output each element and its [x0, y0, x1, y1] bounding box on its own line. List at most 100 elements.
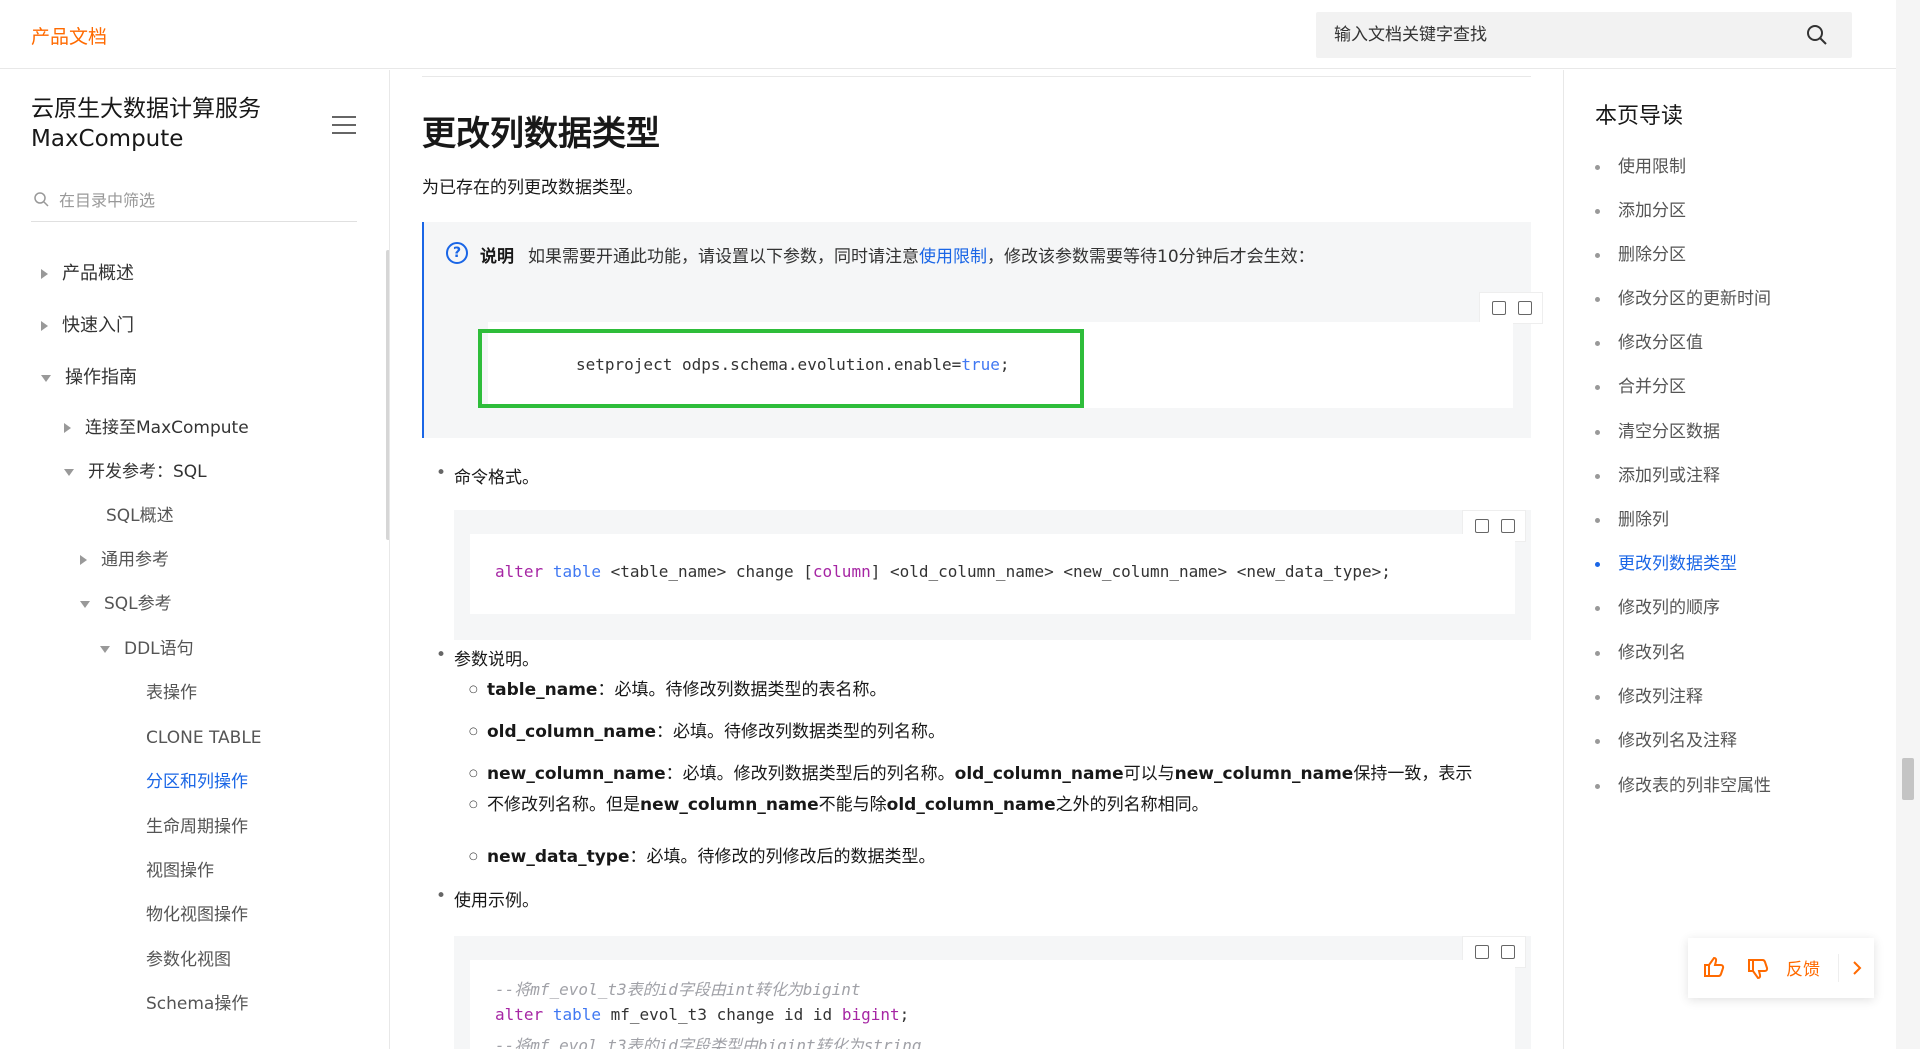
sidebar-item-label: Schema操作 [146, 994, 249, 1014]
sidebar-item[interactable]: CLONE TABLE [146, 726, 262, 750]
sidebar-item[interactable]: 通用参考 [80, 548, 169, 572]
search-icon[interactable] [1806, 24, 1828, 46]
sidebar-item-active[interactable]: 分区和列操作 [146, 770, 248, 794]
filter-search-icon [34, 192, 49, 207]
copy-to-editor-icon[interactable] [1492, 301, 1506, 315]
code-comment: --将mf_evol_t3表的id字段类型由bigint转化为string [495, 1036, 922, 1049]
page-toc: 本页导读 使用限制 添加分区 删除分区 修改分区的更新时间 修改分区值 合并分区… [1563, 70, 1896, 1049]
sidebar-item-label: 操作指南 [65, 367, 137, 388]
toc-item[interactable]: 合并分区 [1595, 372, 1686, 397]
toc-item[interactable]: 使用限制 [1595, 152, 1686, 177]
doc-search[interactable] [1316, 12, 1852, 58]
toc-filter[interactable] [31, 182, 357, 222]
page-title: 更改列数据类型 [422, 114, 660, 154]
sidebar-item[interactable]: 开发参考：SQL [64, 460, 207, 484]
sidebar-item[interactable]: 生命周期操作 [146, 815, 248, 839]
param-ref: old_column_name [954, 764, 1124, 784]
bullet-icon [1595, 650, 1600, 656]
bullet-icon [1595, 340, 1600, 346]
toc-item[interactable]: 修改列名及注释 [1595, 726, 1737, 751]
sidebar-item[interactable]: DDL语句 [100, 637, 194, 661]
bullet-icon [1595, 384, 1600, 390]
toc-item-active[interactable]: 更改列数据类型 [1595, 549, 1737, 574]
syntax-panel: alter table <table_name> change [column]… [454, 510, 1531, 640]
note-box: ? 说明 如果需要开通此功能，请设置以下参数，同时请注意使用限制，修改该参数需要等… [422, 222, 1543, 438]
toc-item[interactable]: 修改列名 [1595, 638, 1686, 663]
code-block: alter table <table_name> change [column]… [470, 534, 1515, 614]
sidebar-item[interactable]: 连接至MaxCompute [64, 416, 249, 440]
thumbs-down-icon[interactable] [1746, 957, 1770, 981]
sidebar-item[interactable]: SQL概述 [106, 504, 174, 528]
sidebar-item-label: SQL概述 [106, 506, 174, 526]
toc-item[interactable]: 修改分区值 [1595, 328, 1703, 353]
bullet-icon [1595, 783, 1600, 789]
sidebar-item[interactable]: 物化视图操作 [146, 903, 248, 927]
note-text-after: ，修改该参数需要等待10分钟后才会生效： [987, 247, 1315, 267]
bullet-icon [1595, 296, 1600, 302]
filter-input[interactable] [59, 182, 349, 218]
toc-item[interactable]: 修改分区的更新时间 [1595, 284, 1771, 309]
sidebar-item[interactable]: 操作指南 [41, 366, 137, 390]
bullet-icon [1595, 429, 1600, 435]
usage-limits-link[interactable]: 使用限制 [919, 247, 987, 267]
sidebar-item-label: 视图操作 [146, 861, 214, 881]
bullet-icon [1595, 738, 1600, 744]
bullet-icon [1595, 252, 1600, 258]
sidebar-item[interactable]: 表操作 [146, 681, 197, 705]
copy-icon[interactable] [1518, 301, 1532, 315]
chevron-right-icon [64, 423, 71, 433]
toc-item-label: 修改列的顺序 [1618, 598, 1720, 618]
toc-item-label: 删除分区 [1618, 245, 1686, 265]
param-ref: old_column_name [886, 795, 1056, 815]
toc-item-label: 使用限制 [1618, 157, 1686, 177]
scrollbar-thumb[interactable] [1902, 758, 1914, 800]
product-title-line1: 云原生大数据计算服务 [31, 96, 261, 122]
chevron-down-icon [41, 374, 51, 382]
toc-item[interactable]: 修改列的顺序 [1595, 593, 1720, 618]
copy-icon[interactable] [1501, 945, 1515, 959]
copy-icon[interactable] [1501, 519, 1515, 533]
feedback-button[interactable]: 反馈 [1786, 955, 1820, 980]
sidebar-scrollbar[interactable] [386, 250, 389, 540]
chevron-right-icon[interactable] [1848, 958, 1866, 978]
toc-item[interactable]: 修改表的列非空属性 [1595, 771, 1771, 796]
copy-to-editor-icon[interactable] [1475, 945, 1489, 959]
sidebar-item[interactable]: 产品概述 [41, 262, 134, 286]
help-icon: ? [446, 242, 468, 264]
toc-item[interactable]: 修改列注释 [1595, 682, 1703, 707]
toc-item-label: 修改列注释 [1618, 687, 1703, 707]
param-name: table_name [487, 680, 598, 700]
bullet-icon [1595, 208, 1600, 214]
page-scrollbar[interactable] [1896, 0, 1920, 1049]
sidebar-item[interactable]: 视图操作 [146, 859, 214, 883]
param-name: new_data_type [487, 847, 630, 867]
toc-item[interactable]: 删除分区 [1595, 240, 1686, 265]
toc-item[interactable]: 清空分区数据 [1595, 417, 1720, 442]
param-ref: new_column_name [640, 795, 819, 815]
thumbs-up-icon[interactable] [1702, 955, 1726, 979]
toc-item[interactable]: 添加列或注释 [1595, 461, 1720, 486]
param-desc: ：必填。待修改列数据类型的表名称。 [597, 680, 887, 700]
param-text: 不修改列名称。但是 [487, 795, 640, 815]
product-title: 云原生大数据计算服务 MaxCompute [31, 94, 261, 154]
param-desc: ：必填。待修改的列修改后的数据类型。 [629, 847, 936, 867]
divider [422, 76, 1531, 77]
brand-link[interactable]: 产品文档 [31, 22, 107, 49]
note-label: 说明 [480, 247, 514, 267]
bullet-icon [1595, 605, 1600, 611]
copy-to-editor-icon[interactable] [1475, 519, 1489, 533]
param-text: 不能与除 [818, 795, 887, 815]
syntax-line: alter table <table_name> change [column]… [495, 562, 1391, 581]
code-toolbar [1479, 292, 1543, 324]
sidebar-item[interactable]: Schema操作 [146, 992, 248, 1016]
sidebar-item[interactable]: SQL参考 [80, 592, 172, 616]
toc-item[interactable]: 添加分区 [1595, 196, 1686, 221]
toc-item-label: 清空分区数据 [1618, 422, 1720, 442]
product-title-line2: MaxCompute [31, 126, 184, 152]
menu-icon[interactable] [332, 116, 356, 136]
toc-item[interactable]: 删除列 [1595, 505, 1669, 530]
sidebar-item[interactable]: 快速入门 [41, 314, 134, 338]
toc-item-label: 添加分区 [1618, 201, 1686, 221]
sidebar-item[interactable]: 参数化视图 [146, 948, 231, 972]
search-input[interactable] [1334, 12, 1794, 58]
